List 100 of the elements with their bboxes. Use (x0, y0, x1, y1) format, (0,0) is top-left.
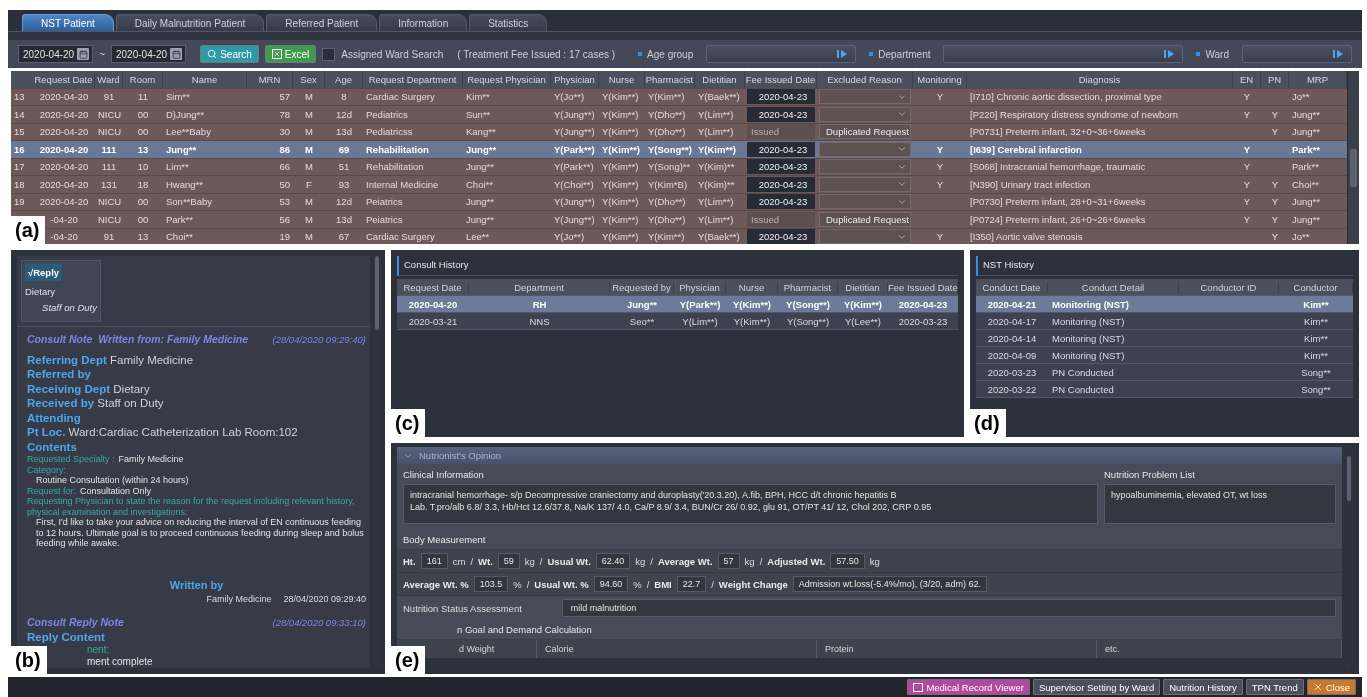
column-header: Pharmacist (645, 71, 695, 88)
table-cell-text: 00 (136, 196, 150, 208)
row-number: 18 (13, 178, 26, 190)
table-cell-text: Park** (1291, 143, 1321, 155)
table-cell-text: M (304, 91, 314, 103)
table-cell-text: Cardiac Surgery (365, 91, 436, 103)
table-cell-text: 51 (337, 161, 351, 173)
column-header: Monitoring (913, 71, 967, 88)
table-cell-text: Jo** (1291, 231, 1311, 243)
column-header: Request Date (33, 71, 95, 88)
table-cell-text: Rehabilitation (365, 161, 425, 173)
table-cell-text: Y(Song)** (647, 161, 692, 173)
table-cell-text: NICU (97, 108, 123, 120)
table-cell-text: Y (935, 91, 945, 103)
table-cell-text: 111 (100, 143, 118, 155)
note-field: Pt Loc. Ward:Cardiac Catheterization Lab Room:102 (27, 425, 366, 440)
table-cell-text: 00 (136, 108, 150, 120)
table-cell-text: 2020-04-20 (38, 178, 90, 190)
note-field: Attending (27, 410, 366, 425)
table-cell-text: Y (1242, 108, 1252, 120)
table-cell-text: Y(Baek**) (697, 231, 741, 243)
table-cell-text: 2020-04-20 (38, 91, 90, 103)
summary-text: ( Treatment Fee Issued : 17 cases ) (457, 48, 616, 60)
table-cell-text: Sun** (465, 108, 492, 120)
table-cell-text: Y(Jung**) (553, 108, 596, 120)
unit-text: kg (744, 555, 755, 567)
table-cell-text: 86 (278, 143, 291, 155)
staff-text: Staff on Duty (41, 302, 97, 313)
table-cell-text: Song** (1300, 366, 1332, 378)
table-cell-text: M (304, 161, 314, 173)
table-cell-text: Y(Dho**) (647, 126, 687, 138)
table-cell-text: [I350] Aortic valve stenosis (969, 231, 1084, 243)
table-cell-text: F (305, 178, 313, 190)
table-cell-text: Kim** (1302, 298, 1330, 310)
content-line: First, I'd like to take your advice on reducing the interval of EN continuous feeding to 12 hours. Ultimate goal is to proceed continuous feeding during sleep and bolus feeding while awake. (35, 517, 365, 549)
table-cell-text: Y (1270, 231, 1280, 243)
table-cell-text: Y(Kim)** (697, 161, 736, 173)
table-cell-text: Y (935, 161, 945, 173)
table-cell-text: M (304, 196, 314, 208)
table-cell-text: Jung** (465, 143, 498, 155)
note-field: Referred by (27, 367, 366, 382)
column-header: Age (325, 71, 363, 88)
table-cell-text: Y (1242, 91, 1252, 103)
table-cell-text: 66 (278, 161, 291, 173)
table-cell-text: Internal Medicine (365, 178, 440, 190)
table-cell-text: Y(Song**) (785, 298, 831, 310)
table-cell-text: Lee** (465, 231, 491, 243)
table-cell-text: Monitoring (NST) (1051, 315, 1126, 327)
table-cell-text: Y(Kim**) (601, 231, 640, 243)
field-label: Ht. (403, 555, 416, 567)
note-field: Receiving Dept Dietary (27, 381, 366, 396)
filter-label: Department (878, 48, 931, 60)
row-number: 14 (13, 108, 26, 120)
separator-text: / (526, 578, 530, 590)
table-cell-text: Kim** (1303, 349, 1329, 361)
table-cell-text: 00 (136, 213, 150, 225)
table-cell-text: Pediatricss (365, 126, 414, 138)
table-cell-text: 13d (335, 213, 353, 225)
table-cell-text: Choi** (465, 178, 494, 190)
signature-text: 28/04/2020 09:29:40 (283, 593, 366, 604)
column-header: etc. (1097, 640, 1342, 658)
table-cell-text: 67 (337, 231, 351, 243)
column-header: Physician (551, 71, 599, 88)
table-cell-text: Y(Lim**) (697, 126, 735, 138)
table-cell-text: Y(Kim**) (732, 298, 772, 310)
column-header: Dietitian (695, 71, 745, 88)
table-cell-text: Y (1270, 213, 1280, 225)
table-cell-text: Peiatrics (365, 213, 404, 225)
note-time: (28/04/2020 09:33:10) (272, 616, 366, 628)
table-cell-text: Son**Baby (165, 196, 213, 208)
row-number: 17 (13, 161, 26, 173)
table-cell-text: 2020-04-09 (986, 349, 1038, 361)
table-cell-text: 13 (136, 231, 150, 243)
table-cell-text: Kim** (1303, 332, 1329, 344)
table-cell-text: Jung** (1291, 126, 1321, 138)
table-cell-text: Kim** (465, 91, 491, 103)
field-label: Average Wt. % (403, 578, 469, 590)
field-label: Usual Wt. % (534, 578, 589, 590)
table-cell-text: Y(Kim**) (647, 231, 686, 243)
checkbox-label: Assigned Ward Search (341, 48, 444, 60)
table-cell-text: Y (1270, 108, 1280, 120)
table-cell-text: Y(Choi**) (553, 178, 595, 190)
table-cell-text: Y (1242, 213, 1252, 225)
table-cell-text: -04-20 (49, 231, 79, 243)
table-cell-text: Kim** (1303, 315, 1329, 327)
table-cell-text: 12d (335, 108, 353, 120)
field-label: Wt. (478, 555, 493, 567)
table-cell-text: Y(Kim**) (732, 315, 772, 327)
table-cell-text: 2020-04-20 (38, 143, 90, 155)
table-cell-text: Y(Kim**) (601, 143, 641, 155)
separator-text: / (759, 555, 763, 567)
table-cell-text: Hwang** (165, 178, 204, 190)
unit-text: kg (635, 555, 646, 567)
section-title: Body Measurement (397, 530, 1342, 550)
table-cell-text: Y(Lim**) (697, 108, 735, 120)
panel-label: (e) (391, 646, 426, 674)
table-cell-text: Y(Park**) (553, 143, 596, 155)
field-label: BMI (654, 578, 672, 590)
table-cell-text: Monitoring (NST) (1051, 332, 1126, 344)
row-number: 16 (13, 143, 26, 155)
